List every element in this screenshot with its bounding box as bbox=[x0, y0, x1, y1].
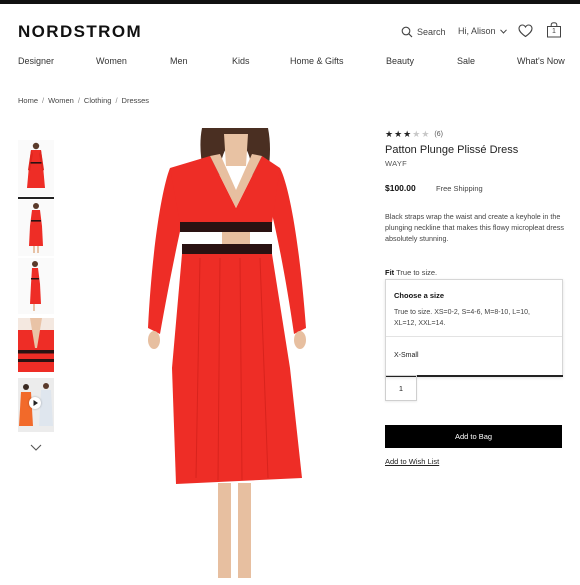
shopping-bag-button[interactable]: 1 bbox=[546, 22, 562, 38]
rating-stars[interactable]: ★ ★ ★ ★ ★ (6) bbox=[385, 130, 443, 139]
size-guide-text: True to size. XS=0-2, S=4-6, M=8-10, L=1… bbox=[394, 309, 530, 327]
account-menu[interactable]: Hi, Alison bbox=[458, 26, 507, 36]
product-brand[interactable]: WAYF bbox=[385, 159, 407, 168]
star-empty-icon: ★ bbox=[421, 129, 430, 139]
star-empty-icon: ★ bbox=[412, 129, 421, 139]
chevron-down-icon bbox=[499, 28, 507, 34]
product-price: $100.00 bbox=[385, 183, 416, 193]
product-photo bbox=[140, 128, 315, 580]
divider bbox=[386, 336, 562, 337]
breadcrumb-dresses[interactable]: Dresses bbox=[122, 96, 150, 105]
star-filled-icon: ★ bbox=[394, 129, 403, 139]
thumbnail-3[interactable] bbox=[18, 258, 54, 314]
quantity-select[interactable]: 1 bbox=[385, 375, 417, 401]
fit-value: True to size. bbox=[396, 268, 438, 277]
review-count[interactable]: (6) bbox=[434, 131, 443, 138]
thumbnail-image bbox=[18, 140, 54, 196]
shipping-info: Free Shipping bbox=[436, 184, 483, 193]
product-main-image[interactable] bbox=[140, 128, 315, 580]
thumbnail-selected-indicator bbox=[18, 197, 54, 199]
star-filled-icon: ★ bbox=[385, 129, 394, 139]
heart-icon bbox=[518, 24, 533, 38]
thumbnail-video[interactable] bbox=[18, 378, 54, 432]
account-label: Hi, Alison bbox=[458, 26, 496, 36]
bag-count: 1 bbox=[552, 28, 556, 35]
search-button[interactable]: Search bbox=[401, 26, 446, 38]
thumbnail-1[interactable] bbox=[18, 140, 54, 196]
add-to-bag-button[interactable]: Add to Bag bbox=[385, 425, 562, 448]
nav-men[interactable]: Men bbox=[170, 56, 188, 66]
nav-home-gifts[interactable]: Home & Gifts bbox=[290, 56, 344, 66]
size-option-selected[interactable]: X-Small bbox=[394, 352, 419, 359]
thumbnails-next-button[interactable] bbox=[30, 438, 42, 456]
thumbnail-2[interactable] bbox=[18, 200, 54, 256]
thumbnail-image bbox=[18, 258, 54, 314]
thumbnail-image bbox=[18, 318, 54, 372]
chevron-down-icon bbox=[30, 444, 42, 451]
search-icon bbox=[401, 26, 413, 38]
breadcrumb: Home / Women / Clothing / Dresses bbox=[18, 96, 149, 105]
play-icon bbox=[33, 400, 38, 406]
nordstrom-logo[interactable]: NORDSTROM bbox=[18, 22, 142, 42]
breadcrumb-women[interactable]: Women bbox=[48, 96, 74, 105]
product-title: Patton Plunge Plissé Dress bbox=[385, 144, 519, 156]
size-dropdown[interactable]: Choose a size True to size. XS=0-2, S=4-… bbox=[385, 279, 563, 377]
breadcrumb-clothing[interactable]: Clothing bbox=[84, 96, 112, 105]
breadcrumb-separator: / bbox=[115, 96, 118, 105]
nav-designer[interactable]: Designer bbox=[18, 56, 54, 66]
top-strip bbox=[0, 0, 580, 4]
breadcrumb-home[interactable]: Home bbox=[18, 96, 38, 105]
fit-label: Fit bbox=[385, 268, 395, 277]
nav-whats-now[interactable]: What's Now bbox=[517, 56, 565, 66]
product-description: Black straps wrap the waist and create a… bbox=[385, 212, 564, 243]
star-filled-icon: ★ bbox=[403, 129, 412, 139]
nav-women[interactable]: Women bbox=[96, 56, 127, 66]
nav-beauty[interactable]: Beauty bbox=[386, 56, 414, 66]
breadcrumb-separator: / bbox=[77, 96, 80, 105]
thumbnail-4[interactable] bbox=[18, 318, 54, 372]
play-button[interactable] bbox=[29, 397, 41, 409]
breadcrumb-separator: / bbox=[42, 96, 45, 105]
add-to-wish-list-link[interactable]: Add to Wish List bbox=[385, 457, 439, 466]
size-dropdown-heading: Choose a size bbox=[394, 291, 445, 300]
search-label: Search bbox=[417, 27, 446, 37]
fit-info: Fit True to size. bbox=[385, 268, 437, 277]
thumbnail-image bbox=[18, 200, 54, 256]
nav-kids[interactable]: Kids bbox=[232, 56, 250, 66]
nav-sale[interactable]: Sale bbox=[457, 56, 475, 66]
wishlist-button[interactable] bbox=[518, 24, 533, 43]
